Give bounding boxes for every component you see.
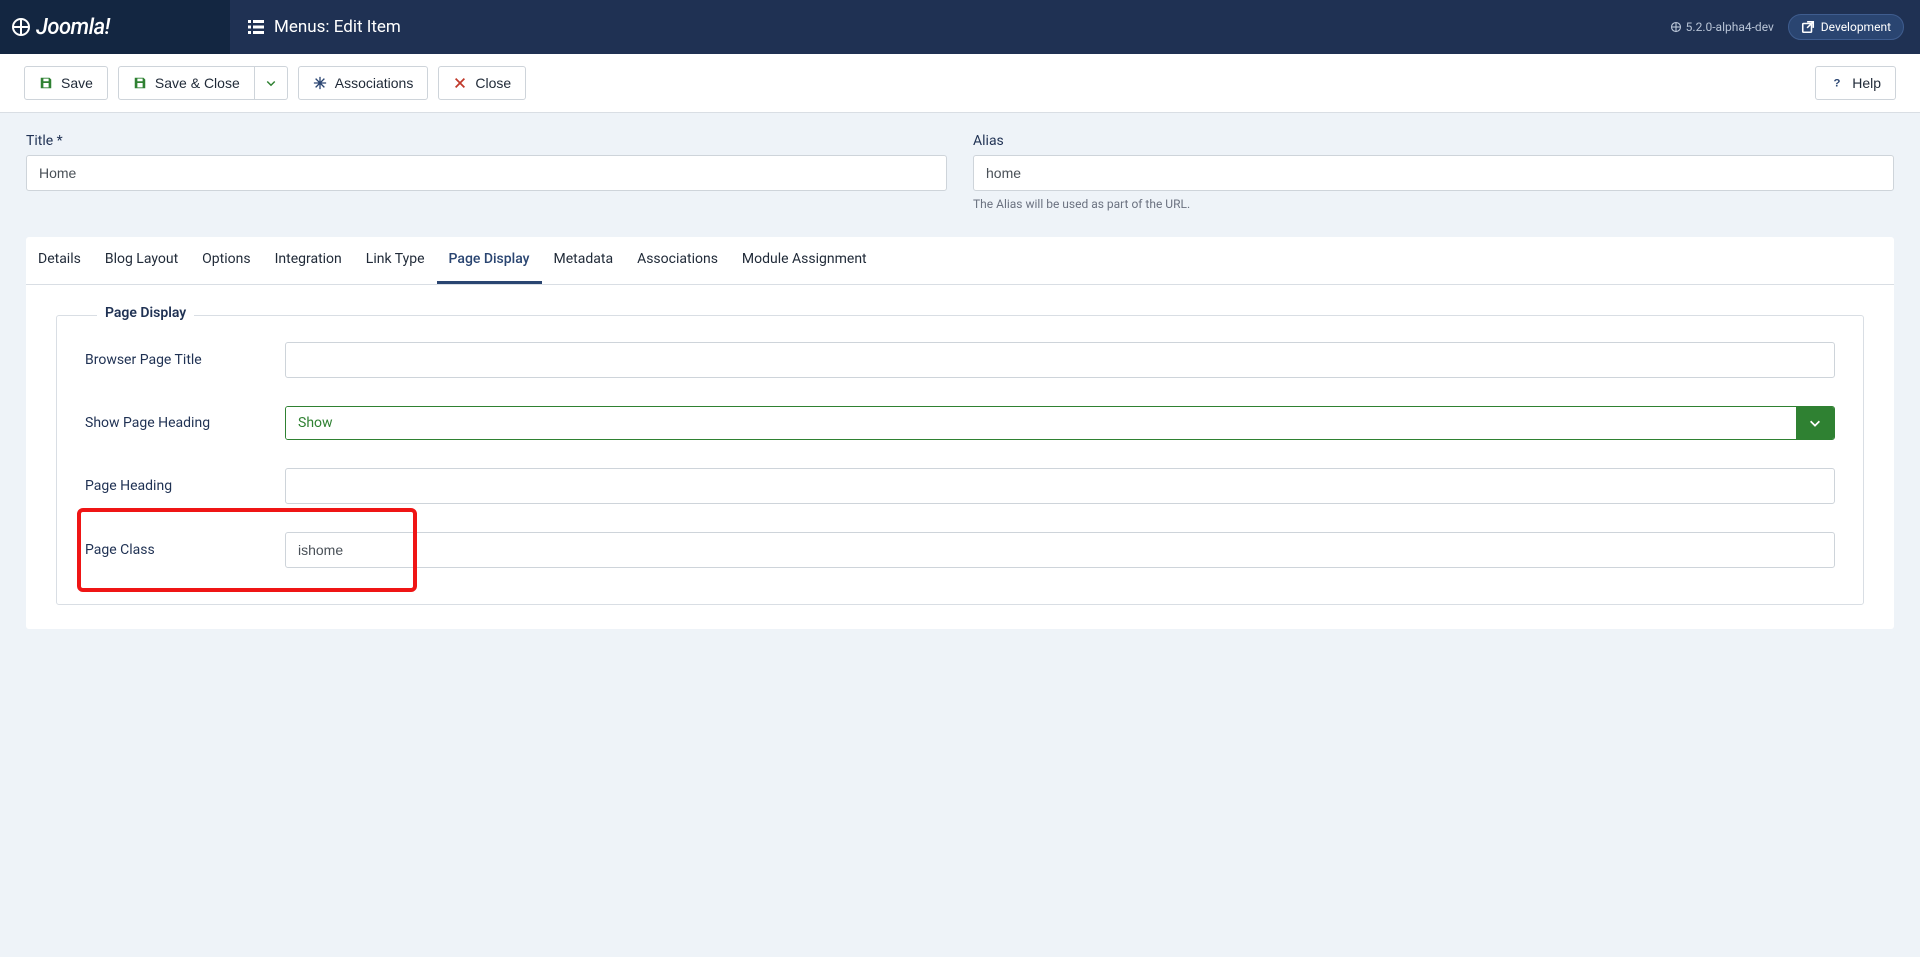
page-class-input[interactable] — [285, 532, 1835, 568]
tab-link-type[interactable]: Link Type — [354, 237, 437, 284]
save-close-label: Save & Close — [155, 75, 240, 91]
close-label: Close — [475, 75, 511, 91]
show-page-heading-value: Show — [286, 407, 1796, 439]
page-heading-input[interactable] — [285, 468, 1835, 504]
associations-icon — [313, 76, 327, 90]
select-caret[interactable] — [1796, 407, 1834, 439]
fieldset-legend: Page Display — [97, 305, 194, 321]
show-page-heading-label: Show Page Heading — [85, 415, 285, 431]
browser-page-title-input[interactable] — [285, 342, 1835, 378]
save-label: Save — [61, 75, 93, 91]
tab-blog-layout[interactable]: Blog Layout — [93, 237, 190, 284]
save-icon — [133, 76, 147, 90]
form-area: Title * Alias The Alias will be used as … — [0, 113, 1920, 231]
joomla-logo-icon — [12, 18, 30, 36]
joomla-mini-icon — [1670, 21, 1682, 33]
show-page-heading-select[interactable]: Show — [285, 406, 1835, 440]
development-label: Development — [1821, 20, 1891, 34]
help-button[interactable]: ? Help — [1815, 66, 1896, 100]
tabs-panel: Details Blog Layout Options Integration … — [26, 237, 1894, 629]
save-close-group: Save & Close — [118, 66, 288, 100]
tab-details[interactable]: Details — [26, 237, 93, 284]
title-label: Title * — [26, 133, 947, 149]
development-badge[interactable]: Development — [1788, 14, 1904, 40]
associations-button[interactable]: Associations — [298, 66, 429, 100]
title-input[interactable] — [26, 155, 947, 191]
app-header: Joomla! Menus: Edit Item 5.2.0-alpha4-de… — [0, 0, 1920, 54]
tab-integration[interactable]: Integration — [263, 237, 354, 284]
save-close-button[interactable]: Save & Close — [118, 66, 255, 100]
page-display-fieldset: Page Display Browser Page Title Show Pag… — [56, 315, 1864, 605]
close-button[interactable]: Close — [438, 66, 526, 100]
tab-associations[interactable]: Associations — [625, 237, 730, 284]
chevron-down-icon — [265, 77, 277, 89]
tabs: Details Blog Layout Options Integration … — [26, 237, 1894, 285]
list-icon — [248, 19, 264, 35]
alias-input[interactable] — [973, 155, 1894, 191]
save-dropdown-button[interactable] — [255, 66, 288, 100]
tab-metadata[interactable]: Metadata — [542, 237, 626, 284]
close-icon — [453, 76, 467, 90]
tab-module-assignment[interactable]: Module Assignment — [730, 237, 879, 284]
svg-text:?: ? — [1834, 78, 1841, 90]
help-label: Help — [1852, 75, 1881, 91]
browser-page-title-label: Browser Page Title — [85, 352, 285, 368]
version-tag[interactable]: 5.2.0-alpha4-dev — [1670, 20, 1774, 34]
page-title-area: Menus: Edit Item — [230, 17, 401, 37]
alias-hint: The Alias will be used as part of the UR… — [973, 197, 1894, 211]
associations-label: Associations — [335, 75, 414, 91]
tab-options[interactable]: Options — [190, 237, 262, 284]
page-class-label: Page Class — [85, 542, 285, 558]
tab-page-display[interactable]: Page Display — [437, 237, 542, 284]
page-heading-label: Page Heading — [85, 478, 285, 494]
alias-label: Alias — [973, 133, 1894, 149]
version-text: 5.2.0-alpha4-dev — [1686, 20, 1774, 34]
external-link-icon — [1801, 20, 1815, 34]
brand-name: Joomla! — [36, 15, 110, 40]
save-icon — [39, 76, 53, 90]
help-icon: ? — [1830, 76, 1844, 90]
page-title: Menus: Edit Item — [274, 17, 401, 37]
header-right: 5.2.0-alpha4-dev Development — [1670, 14, 1920, 40]
logo-area[interactable]: Joomla! — [0, 0, 230, 54]
save-button[interactable]: Save — [24, 66, 108, 100]
toolbar: Save Save & Close Associations Close ? — [0, 54, 1920, 113]
